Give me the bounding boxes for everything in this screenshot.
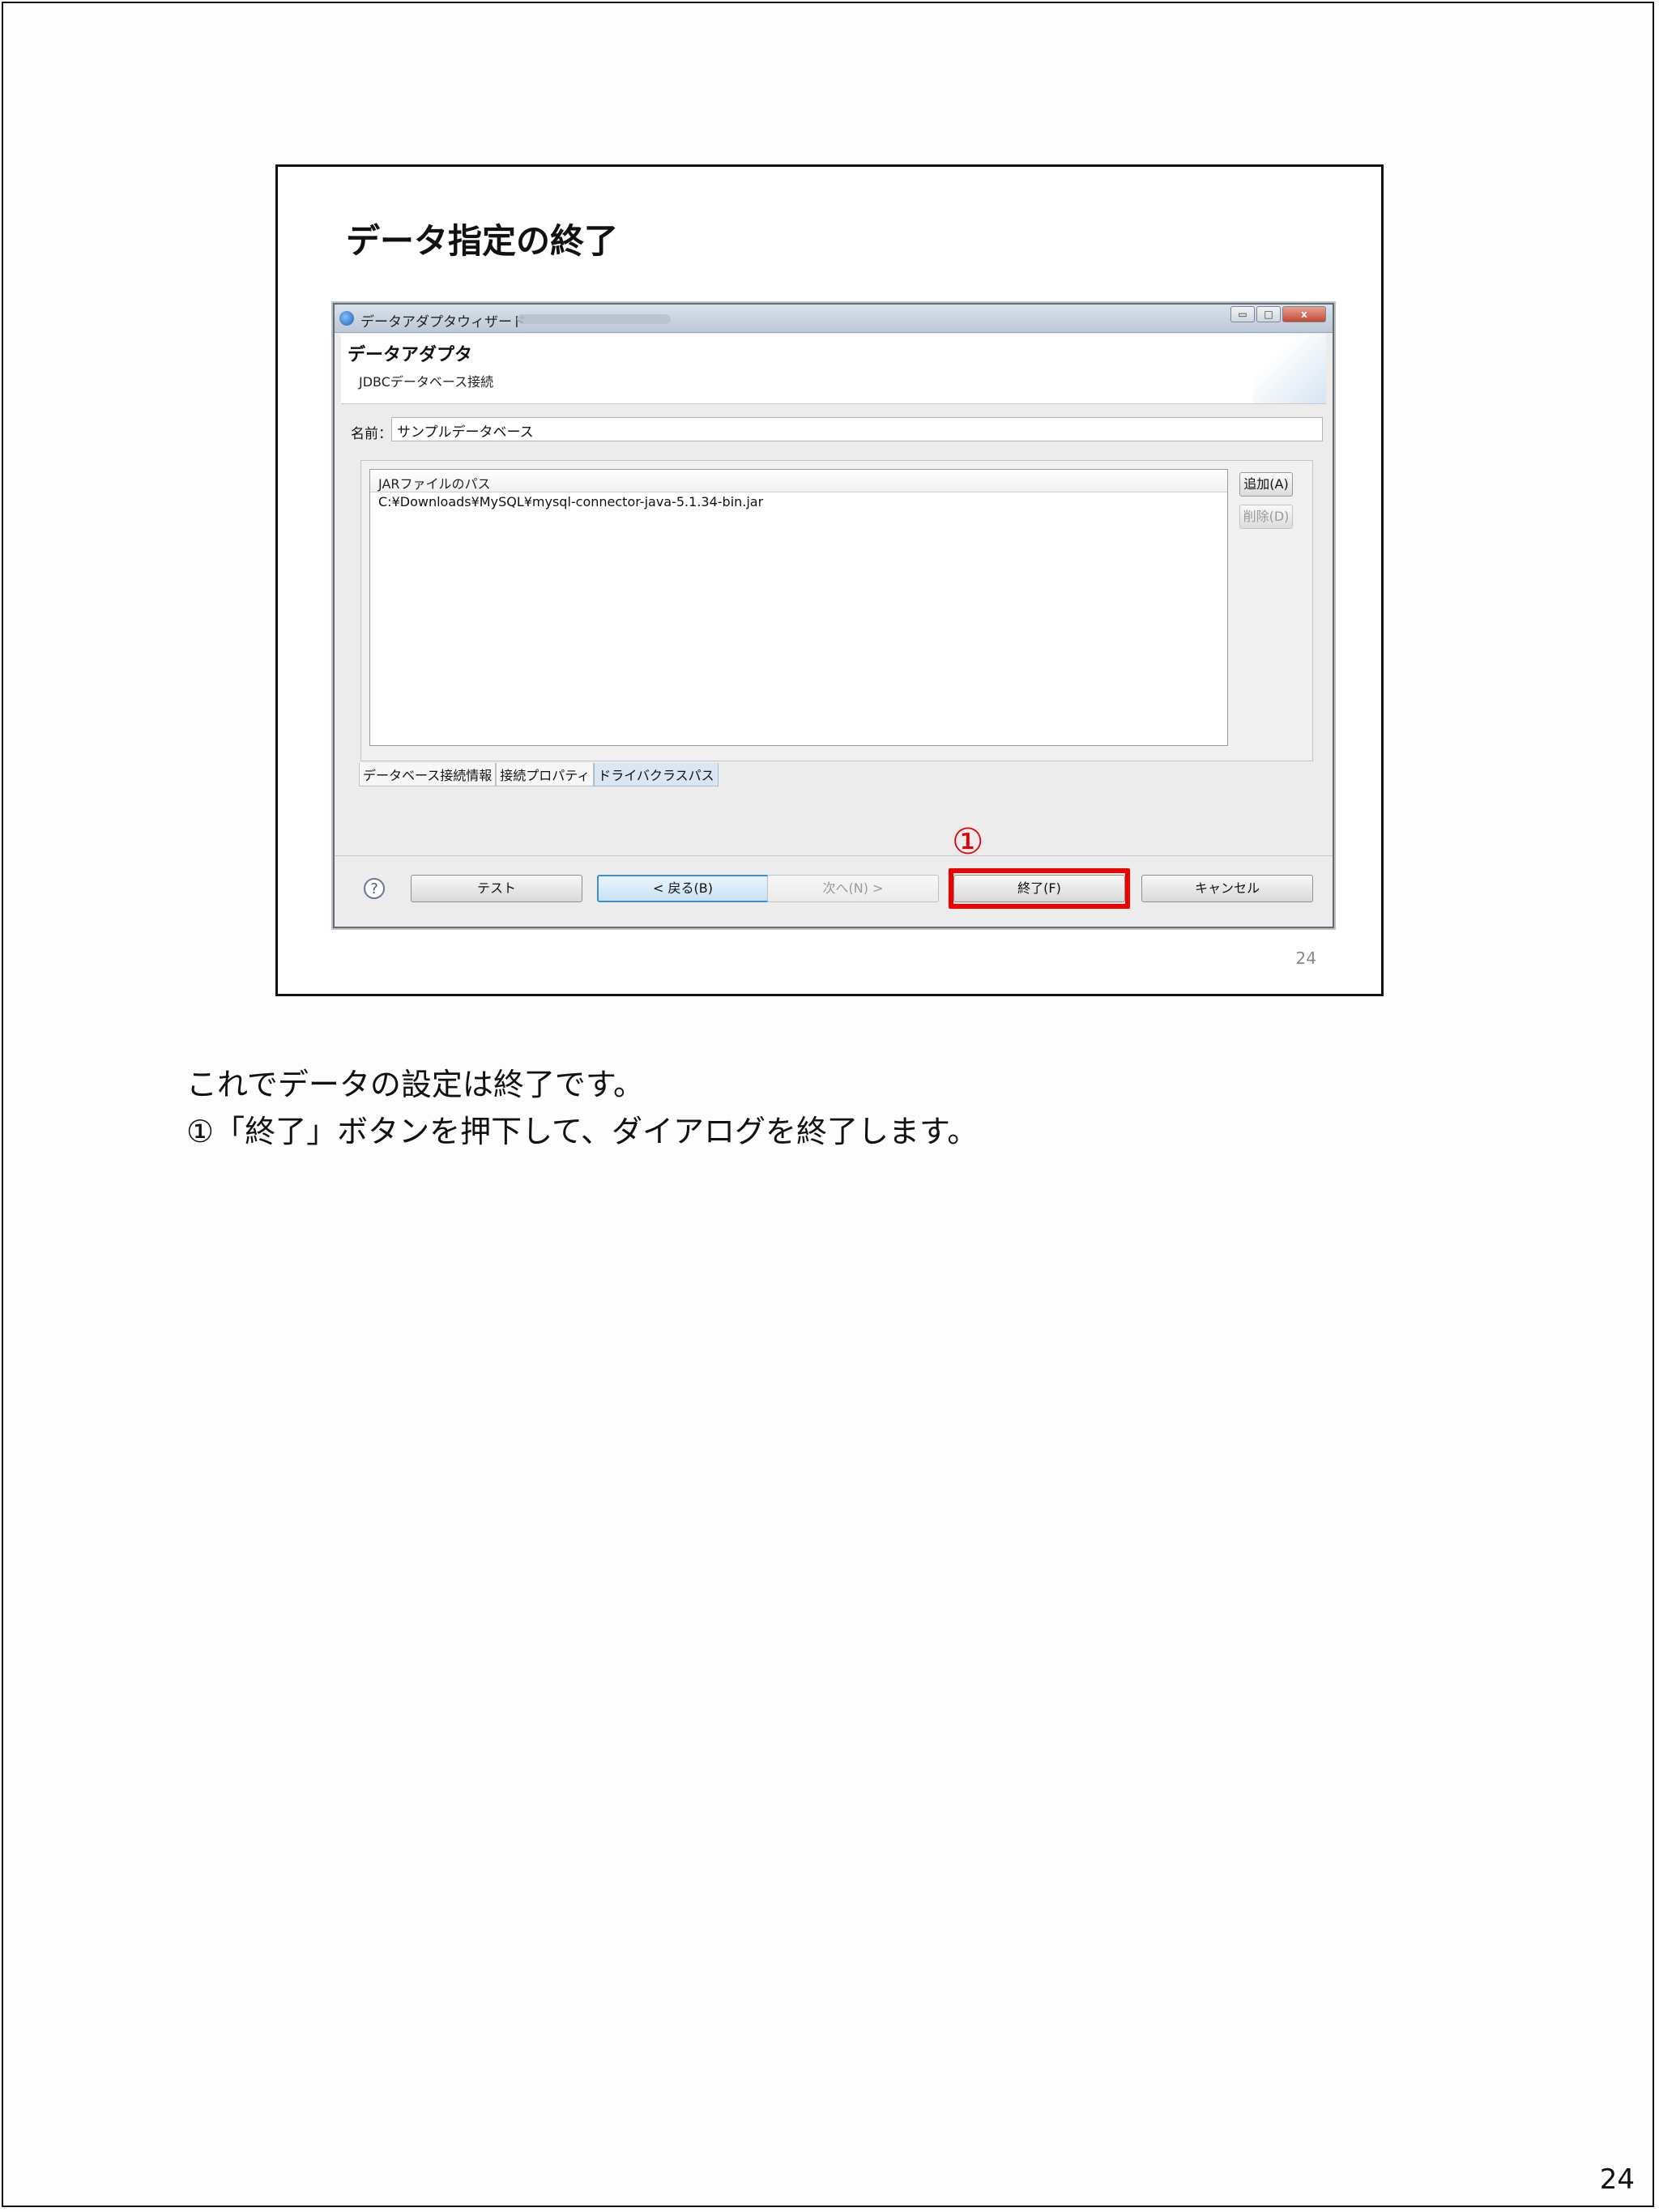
test-button[interactable]: テスト <box>411 875 582 902</box>
slide-title: データ指定の終了 <box>346 221 619 261</box>
tab-driver-classpath[interactable]: ドライバクラスパス <box>594 763 719 786</box>
jar-path-list[interactable]: JARファイルのパス C:¥Downloads¥MySQL¥mysql-conn… <box>369 469 1228 746</box>
list-item[interactable]: C:¥Downloads¥MySQL¥mysql-connector-java-… <box>370 492 1227 511</box>
jar-list-header: JARファイルのパス <box>370 470 1227 492</box>
wizard-header-subtitle: JDBCデータベース接続 <box>359 374 494 390</box>
wizard-header-title: データアダプタ <box>348 345 473 365</box>
dialog-screenshot: データアダプタウィザード ▭ □ x データアダプタ JDBCデータベース接続 … <box>333 303 1334 928</box>
slide: データ指定の終了 データアダプタウィザード ▭ □ x データアダプタ JDBC… <box>275 164 1384 996</box>
finish-button-highlight <box>949 868 1130 909</box>
callout-number: ① <box>952 821 984 863</box>
close-button[interactable]: x <box>1282 306 1326 322</box>
wizard-header: データアダプタ JDBCデータベース接続 <box>341 334 1326 404</box>
cancel-button[interactable]: キャンセル <box>1141 875 1313 902</box>
help-icon[interactable]: ? <box>364 878 385 899</box>
dialog-window-title: データアダプタウィザード <box>360 314 526 330</box>
notes-line-1: これでデータの設定は終了です。 <box>186 1067 645 1102</box>
window-controls: ▭ □ x <box>1230 306 1326 322</box>
name-label: 名前： <box>351 426 392 442</box>
dialog-titlebar: データアダプタウィザード ▭ □ x <box>335 305 1333 333</box>
minimize-button[interactable]: ▭ <box>1230 306 1255 322</box>
speaker-notes: これでデータの設定は終了です。 ①「終了」ボタンを押下して、ダイアログを終了しま… <box>186 1061 978 1155</box>
app-icon <box>339 311 354 326</box>
back-button[interactable]: < 戻る(B) <box>597 875 769 902</box>
button-bar-divider <box>335 855 1333 856</box>
tab-database-connection[interactable]: データベース接続情報 <box>359 763 497 786</box>
slide-number: 24 <box>1295 948 1316 968</box>
tab-connection-properties[interactable]: 接続プロパティ <box>496 763 595 786</box>
page-number: 24 <box>1599 2163 1635 2196</box>
notes-line-2: ①「終了」ボタンを押下して、ダイアログを終了します。 <box>186 1114 979 1149</box>
name-input[interactable]: サンプルデータベース <box>391 417 1323 441</box>
tab-bar: データベース接続情報 接続プロパティ ドライバクラスパス <box>359 763 719 786</box>
header-decoration <box>1253 334 1326 403</box>
maximize-button[interactable]: □ <box>1256 306 1281 322</box>
blurred-title-region <box>517 314 671 324</box>
next-button[interactable]: 次へ(N) > <box>767 875 939 902</box>
delete-button[interactable]: 削除(D) <box>1239 505 1293 529</box>
driver-classpath-panel: JARファイルのパス C:¥Downloads¥MySQL¥mysql-conn… <box>360 460 1313 761</box>
add-button[interactable]: 追加(A) <box>1239 472 1293 497</box>
